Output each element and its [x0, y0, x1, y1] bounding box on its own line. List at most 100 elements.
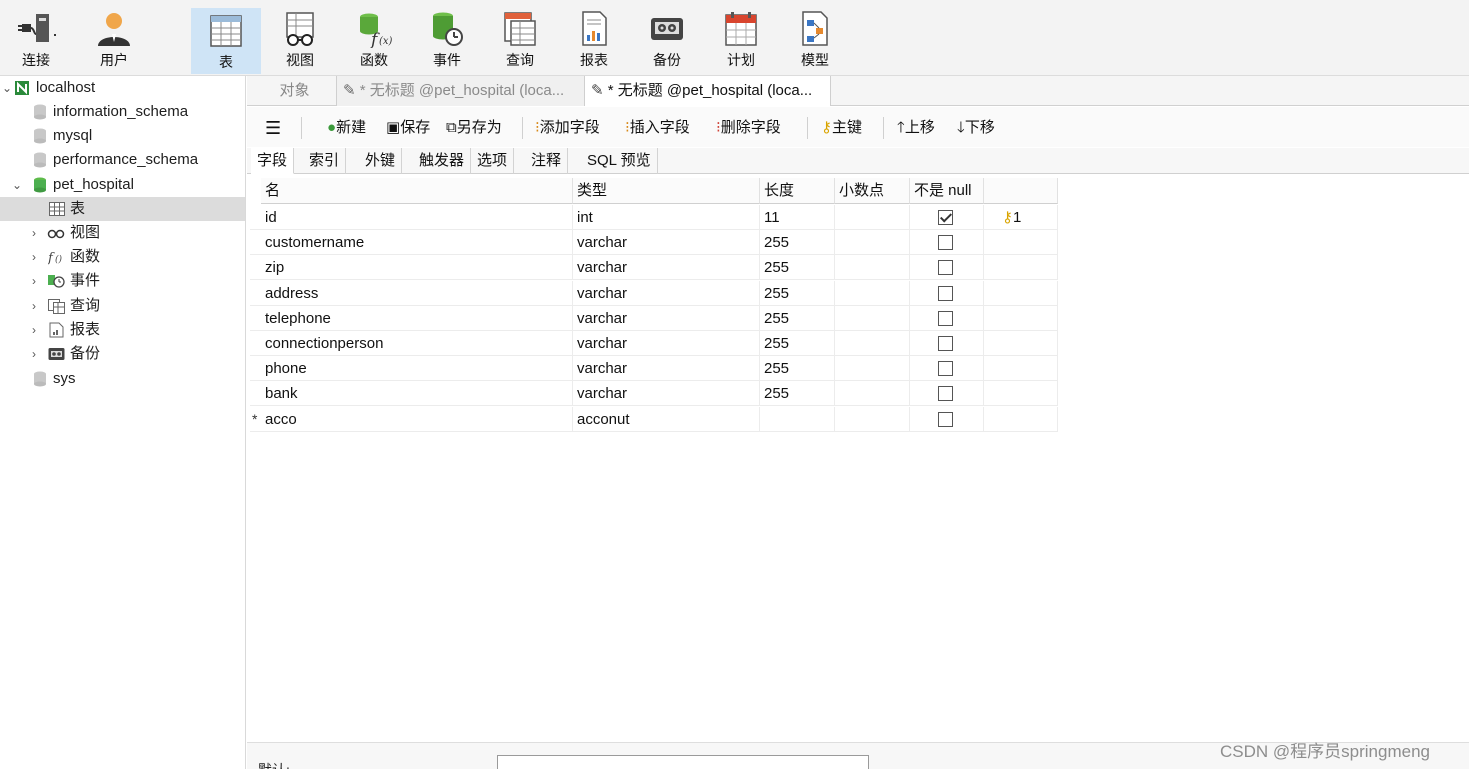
table-row[interactable]: telephone varchar 255 — [250, 305, 1058, 331]
tree-item-queries[interactable]: › 查询 — [0, 294, 245, 318]
tree-db-information-schema[interactable]: information_schema — [0, 100, 245, 124]
cell-length[interactable]: 255 — [760, 356, 835, 382]
cell-type[interactable]: varchar — [573, 255, 760, 281]
toolbar-view-button[interactable]: 视图 — [266, 6, 334, 74]
column-header-name[interactable]: 名 — [261, 178, 573, 204]
cell-name[interactable]: address — [261, 280, 573, 306]
new-button[interactable]: ●新建 — [327, 117, 366, 139]
cell-type[interactable]: varchar — [573, 305, 760, 331]
not-null-checkbox[interactable] — [938, 235, 953, 251]
cell-type[interactable]: varchar — [573, 230, 760, 256]
not-null-checkbox[interactable] — [938, 285, 953, 301]
chevron-right-icon[interactable]: › — [32, 221, 36, 245]
table-row[interactable]: address varchar 255 — [250, 280, 1058, 306]
column-header-length[interactable]: 长度 — [760, 178, 835, 204]
move-down-button[interactable]: 🡓下移 — [957, 117, 995, 139]
toolbar-event-button[interactable]: 事件 — [413, 6, 481, 74]
tab-foreign-keys[interactable]: 外键 — [359, 148, 403, 174]
not-null-checkbox[interactable] — [938, 336, 953, 351]
tree-item-views[interactable]: › 视图 — [0, 221, 245, 245]
cell-decimals[interactable] — [835, 305, 910, 331]
tree-connection-localhost[interactable]: ⌄ localhost — [0, 76, 245, 100]
toolbar-user-button[interactable]: 用户 — [80, 6, 148, 74]
tree-item-functions[interactable]: › f() 函数 — [0, 245, 245, 269]
chevron-right-icon[interactable]: › — [32, 318, 36, 342]
cell-name[interactable]: connectionperson — [261, 331, 573, 356]
table-row[interactable]: customername varchar 255 — [250, 230, 1058, 256]
tab-fields[interactable]: 字段 — [251, 148, 295, 174]
tab-objects[interactable]: 对象 — [247, 76, 337, 106]
chevron-right-icon[interactable]: › — [32, 294, 36, 318]
column-header-not-null[interactable]: 不是 null — [910, 178, 984, 204]
toolbar-function-button[interactable]: f (x) 函数 — [340, 6, 408, 74]
move-up-button[interactable]: 🡑上移 — [897, 117, 935, 139]
not-null-checkbox[interactable] — [938, 386, 953, 402]
toolbar-query-button[interactable]: 查询 — [486, 6, 554, 74]
cell-decimals[interactable] — [835, 205, 910, 230]
cell-length[interactable]: 255 — [760, 255, 835, 281]
cell-decimals[interactable] — [835, 331, 910, 356]
save-button[interactable]: ▣保存 — [386, 117, 430, 139]
tree-db-pet-hospital[interactable]: ⌄ pet_hospital — [0, 173, 245, 197]
cell-name[interactable]: phone — [261, 356, 573, 382]
chevron-right-icon[interactable]: › — [32, 342, 36, 366]
not-null-checkbox[interactable] — [938, 260, 953, 276]
table-row[interactable]: connectionperson varchar 255 — [250, 331, 1058, 356]
cell-type[interactable]: varchar — [573, 356, 760, 382]
cell-type[interactable]: varchar — [573, 280, 760, 306]
toolbar-table-button[interactable]: 表 — [191, 8, 261, 74]
chevron-down-icon[interactable]: ⌄ — [12, 173, 22, 197]
tree-db-sys[interactable]: sys — [0, 367, 245, 391]
delete-field-button[interactable]: ⁝删除字段 — [716, 117, 781, 139]
chevron-right-icon[interactable]: › — [32, 269, 36, 293]
cell-decimals[interactable] — [835, 356, 910, 382]
table-row[interactable]: phone varchar 255 — [250, 356, 1058, 382]
not-null-checkbox[interactable] — [938, 210, 953, 225]
tab-untitled-1[interactable]: ✎ * 无标题 @pet_hospital (loca... — [337, 76, 585, 106]
cell-length[interactable]: 255 — [760, 305, 835, 331]
cell-length[interactable]: 255 — [760, 331, 835, 356]
not-null-checkbox[interactable] — [938, 411, 953, 427]
toolbar-report-button[interactable]: 报表 — [560, 6, 628, 74]
tab-indexes[interactable]: 索引 — [303, 148, 347, 174]
table-row[interactable]: bank varchar 255 — [250, 381, 1058, 407]
cell-decimals[interactable] — [835, 280, 910, 306]
cell-name[interactable]: zip — [261, 255, 573, 281]
cell-decimals[interactable] — [835, 230, 910, 256]
tab-untitled-2[interactable]: ✎ * 无标题 @pet_hospital (loca... — [585, 76, 831, 106]
cell-length[interactable]: 11 — [760, 205, 835, 230]
cell-length[interactable]: 255 — [760, 381, 835, 407]
tab-sql-preview[interactable]: SQL 预览 — [581, 148, 658, 174]
tab-comments[interactable]: 注释 — [525, 148, 569, 174]
toolbar-backup-button[interactable]: 备份 — [633, 6, 701, 74]
chevron-right-icon[interactable]: › — [32, 245, 36, 269]
table-row[interactable]: id int 11 ⚷1 — [250, 205, 1058, 230]
default-value-select[interactable] — [497, 755, 869, 769]
tab-triggers[interactable]: 触发器 — [413, 148, 472, 174]
tree-item-backups[interactable]: › 备份 — [0, 342, 245, 366]
primary-key-button[interactable]: ⚷主键 — [821, 117, 862, 139]
cell-length[interactable]: 255 — [760, 230, 835, 256]
tree-db-performance-schema[interactable]: performance_schema — [0, 148, 245, 172]
table-row[interactable]: zip varchar 255 — [250, 255, 1058, 281]
insert-field-button[interactable]: ⁝插入字段 — [625, 117, 690, 139]
tab-options[interactable]: 选项 — [471, 148, 515, 174]
cell-length[interactable]: 255 — [760, 280, 835, 306]
column-header-decimals[interactable]: 小数点 — [835, 178, 910, 204]
tree-db-mysql[interactable]: mysql — [0, 124, 245, 148]
table-row[interactable]: * acco acconut — [250, 406, 1058, 432]
not-null-checkbox[interactable] — [938, 361, 953, 377]
cell-type[interactable]: int — [573, 205, 760, 230]
cell-type[interactable]: varchar — [573, 331, 760, 356]
cell-name[interactable]: telephone — [261, 305, 573, 331]
add-field-button[interactable]: ⁝添加字段 — [535, 117, 600, 139]
cell-name[interactable]: bank — [261, 381, 573, 407]
toolbar-connect-button[interactable]: 连接 — [2, 6, 70, 74]
cell-type[interactable]: varchar — [573, 381, 760, 407]
not-null-checkbox[interactable] — [938, 310, 953, 326]
cell-decimals[interactable] — [835, 406, 910, 432]
save-as-button[interactable]: ⧉另存为 — [446, 117, 502, 139]
cell-type[interactable]: acconut — [573, 406, 760, 432]
cell-length[interactable] — [760, 406, 835, 432]
tree-item-reports[interactable]: › 报表 — [0, 318, 245, 342]
